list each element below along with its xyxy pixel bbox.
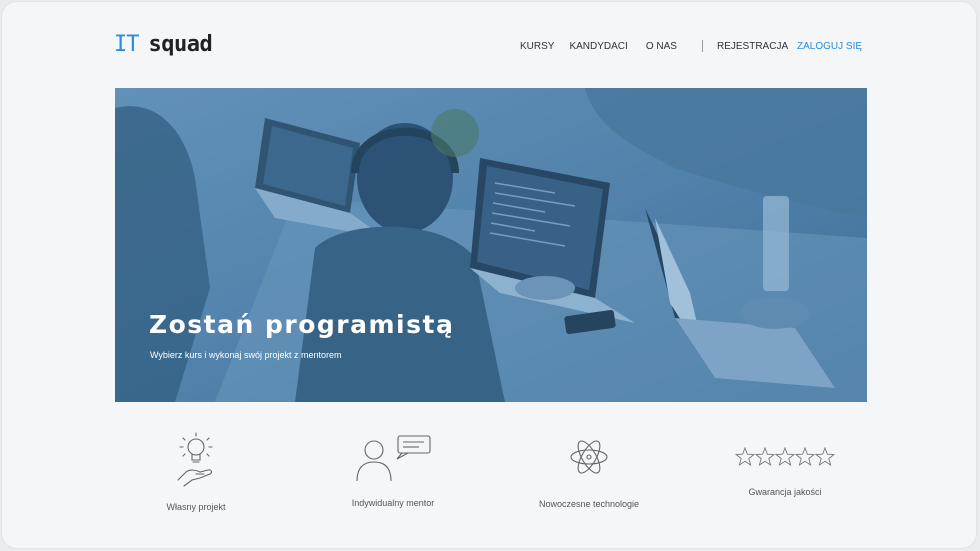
- feature-label: Gwarancja jakości: [748, 487, 822, 497]
- logo-it: IT: [114, 32, 139, 57]
- register-link[interactable]: REJESTRACJA: [717, 41, 788, 52]
- logo-name: squad: [148, 32, 213, 57]
- person-speech-icon: [356, 435, 431, 482]
- feature-quality: Gwarancja jakości: [685, 447, 885, 497]
- stars-icon: [735, 447, 835, 467]
- logo[interactable]: IT squad: [114, 32, 213, 57]
- atom-icon: [570, 440, 608, 474]
- hero-subtitle: Wybierz kurs i wykonaj swój projekt z me…: [150, 350, 342, 360]
- feature-own-project: Własny projekt: [96, 430, 296, 512]
- nav-item-kursy[interactable]: KURSY: [520, 41, 554, 52]
- nav-divider: [702, 40, 703, 52]
- login-link[interactable]: ZALOGUJ SIĘ: [797, 41, 862, 52]
- main-nav: KURSY KANDYDACI O NAS: [520, 41, 677, 52]
- feature-label: Indywidualny mentor: [351, 498, 435, 508]
- feature-label: Nowoczesne technologie: [538, 499, 640, 509]
- feature-mentor: Indywidualny mentor: [293, 432, 493, 508]
- feature-label: Własny projekt: [166, 502, 226, 512]
- hero-banner: Zostań programistą Wybierz kurs i wykona…: [115, 88, 867, 402]
- nav-item-o-nas[interactable]: O NAS: [646, 41, 677, 52]
- page-frame: IT squad KURSY KANDYDACI O NAS REJESTRAC…: [1, 1, 977, 549]
- hero-title: Zostań programistą: [149, 310, 455, 339]
- nav-item-kandydaci[interactable]: KANDYDACI: [569, 41, 627, 52]
- lightbulb-hand-icon: [177, 432, 213, 487]
- feature-modern-tech: Nowoczesne technologie: [489, 435, 689, 509]
